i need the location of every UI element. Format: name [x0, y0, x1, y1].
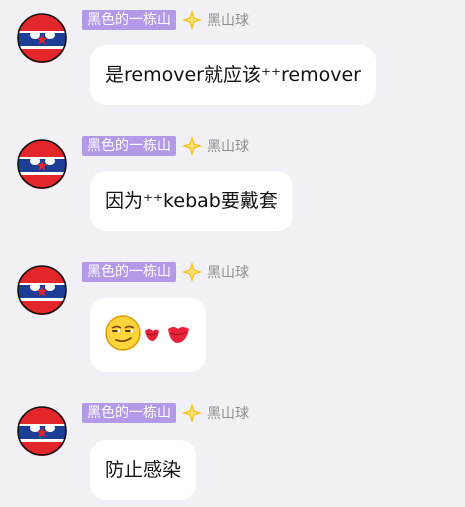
montenegro-countryball-avatar — [17, 139, 67, 189]
sender-avatar[interactable] — [17, 265, 67, 315]
title-badge[interactable]: 黑色的一栋山 — [82, 10, 176, 30]
chat-message-list[interactable]: 黑色的一栋山 黑山球 是remover就应该⁺⁺remover 黑色的一栋山 黑… — [0, 0, 465, 507]
message-header: 黑色的一栋山 黑山球 — [82, 261, 249, 283]
message-bubble[interactable]: 防止感染 — [90, 440, 197, 500]
message-bubble[interactable] — [90, 298, 206, 372]
lips-emoji — [144, 323, 190, 347]
sparkle-star-icon — [182, 262, 202, 282]
sparkle-star-icon — [182, 10, 202, 30]
sender-avatar[interactable] — [17, 139, 67, 189]
montenegro-countryball-avatar — [17, 406, 67, 456]
sender-name[interactable]: 黑山球 — [207, 262, 249, 282]
message-header: 黑色的一栋山 黑山球 — [82, 9, 249, 31]
title-badge[interactable]: 黑色的一栋山 — [82, 262, 176, 282]
message-bubble[interactable]: 因为⁺⁺kebab要戴套 — [90, 171, 293, 231]
sparkle-star-icon — [182, 136, 202, 156]
title-badge[interactable]: 黑色的一栋山 — [82, 136, 176, 156]
title-badge[interactable]: 黑色的一栋山 — [82, 403, 176, 423]
message-header: 黑色的一栋山 黑山球 — [82, 135, 249, 157]
smirk-face-emoji — [105, 315, 141, 351]
sender-name[interactable]: 黑山球 — [207, 403, 249, 423]
sparkle-star-icon — [182, 403, 202, 423]
sender-name[interactable]: 黑山球 — [207, 10, 249, 30]
sender-name[interactable]: 黑山球 — [207, 136, 249, 156]
sender-avatar[interactable] — [17, 13, 67, 63]
montenegro-countryball-avatar — [17, 13, 67, 63]
sender-avatar[interactable] — [17, 406, 67, 456]
message-header: 黑色的一栋山 黑山球 — [82, 402, 249, 424]
montenegro-countryball-avatar — [17, 265, 67, 315]
message-bubble[interactable]: 是remover就应该⁺⁺remover — [90, 45, 376, 105]
